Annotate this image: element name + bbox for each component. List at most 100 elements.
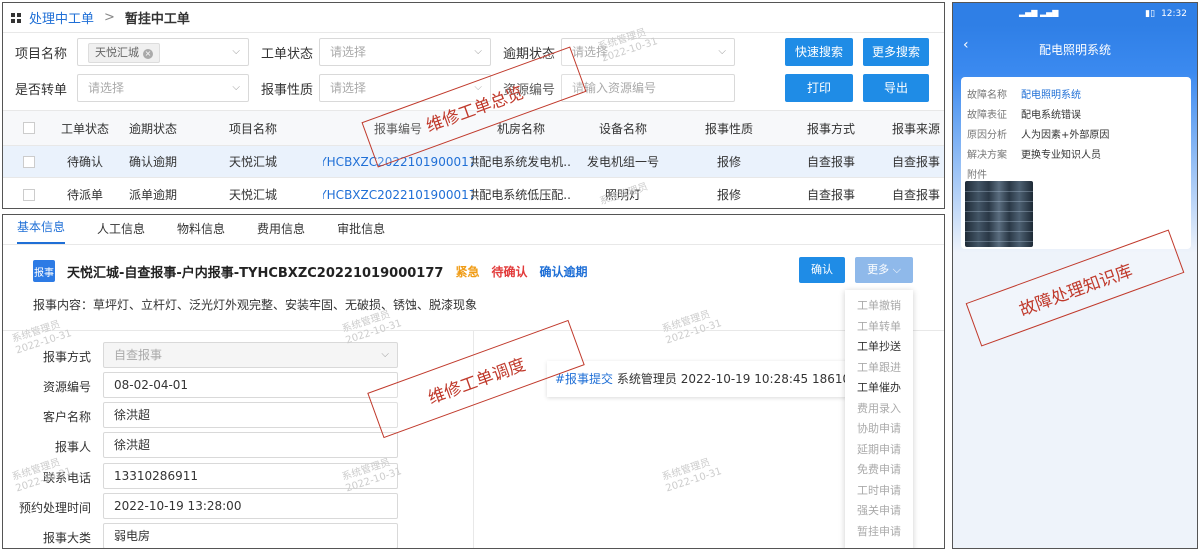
col-header[interactable]: 项目名称 bbox=[193, 111, 313, 145]
detail-key: 原因分析 bbox=[967, 129, 1007, 141]
chevron-down-icon: ⌵ bbox=[232, 82, 240, 93]
detail-row: 解决方案 更换专业知识人员 bbox=[967, 143, 1185, 163]
menu-item-delay[interactable]: 延期申请 bbox=[845, 440, 913, 461]
tab-material-info[interactable]: 物料信息 bbox=[177, 220, 225, 244]
col-header[interactable]: 报事方式 bbox=[781, 111, 881, 145]
project-select[interactable]: 天悦汇城 × ⌵ bbox=[77, 38, 249, 66]
tab-approval-info[interactable]: 审批信息 bbox=[337, 220, 385, 244]
project-label: 项目名称 bbox=[15, 47, 68, 62]
appointment-time-field[interactable]: 2022-10-19 13:28:00 bbox=[103, 493, 398, 519]
table-cell: 报修 bbox=[716, 188, 741, 202]
detail-row: 故障名称 配电照明系统 bbox=[967, 83, 1185, 103]
tab-labor-info[interactable]: 人工信息 bbox=[97, 220, 145, 244]
breadcrumb: 处理中工单 > 暂挂中工单 bbox=[3, 3, 944, 33]
work-order-dispatch-panel: 基本信息 人工信息 物料信息 费用信息 审批信息 报事 天悦汇城-自查报事-户内… bbox=[2, 214, 945, 549]
reporter-field[interactable]: 徐洪超 bbox=[103, 432, 398, 458]
field-label: 报事人 bbox=[54, 440, 91, 454]
quick-search-button[interactable]: 快速搜索 bbox=[785, 38, 853, 66]
detail-row: 故障表征 配电系统错误 bbox=[967, 103, 1185, 123]
more-dropdown-button[interactable]: 更多 ⌵ bbox=[855, 257, 913, 283]
row-checkbox[interactable] bbox=[17, 179, 41, 208]
more-button-label: 更多 bbox=[867, 263, 890, 276]
confirm-button[interactable]: 确认 bbox=[799, 257, 845, 283]
detail-row: 附件 bbox=[967, 163, 1185, 183]
mobile-status-bar: ▂▄▆ ▂▄▆ ▮▯ 12:32 bbox=[953, 3, 1197, 25]
chevron-down-icon: ⌵ bbox=[892, 263, 901, 276]
breadcrumb-parent[interactable]: 处理中工单 bbox=[29, 8, 94, 27]
more-search-button[interactable]: 更多搜索 bbox=[863, 38, 929, 66]
log-tag[interactable]: #报事提交 bbox=[555, 372, 613, 386]
work-order-overview-panel: 处理中工单 > 暂挂中工单 项目名称 天悦汇城 × ⌵ 工单状态 请选择 ⌵ 逾期… bbox=[2, 2, 945, 209]
report-category-field[interactable]: 弱电房 bbox=[103, 523, 398, 548]
attachment-image[interactable] bbox=[965, 181, 1033, 247]
menu-item-free[interactable]: 免费申请 bbox=[845, 460, 913, 481]
export-button[interactable]: 导出 bbox=[863, 74, 929, 102]
menu-item-cost-entry[interactable]: 费用录入 bbox=[845, 399, 913, 420]
col-header[interactable]: 设备名称 bbox=[573, 111, 673, 145]
table-row[interactable]: 待确认 确认逾期 天悦汇城 TYHCBXZC20221019000177 供配电… bbox=[3, 146, 944, 178]
table-cell: 自查报事 bbox=[891, 155, 940, 169]
chevron-down-icon: ⌵ bbox=[232, 46, 240, 57]
transfer-label: 是否转单 bbox=[15, 83, 68, 98]
detail-key: 故障名称 bbox=[967, 89, 1007, 101]
breadcrumb-separator: > bbox=[104, 10, 115, 25]
col-header[interactable]: 报事来源 bbox=[881, 111, 944, 145]
menu-item-transfer[interactable]: 工单转单 bbox=[845, 317, 913, 338]
select-all-checkbox[interactable] bbox=[17, 111, 41, 145]
overdue-badge: 确认逾期 bbox=[539, 264, 588, 279]
row-checkbox[interactable] bbox=[17, 146, 41, 177]
order-title-row: 报事 天悦汇城-自查报事-户内报事-TYHCBXZC20221019000177… bbox=[33, 259, 587, 283]
order-title: 天悦汇城-自查报事-户内报事-TYHCBXZC20221019000177 bbox=[67, 265, 444, 281]
col-header[interactable]: 逾期状态 bbox=[113, 111, 193, 145]
table-cell: 自查报事 bbox=[806, 188, 855, 202]
menu-item-suspend[interactable]: 暂挂申请 bbox=[845, 522, 913, 543]
table-cell: 报修 bbox=[716, 155, 741, 169]
transfer-select[interactable]: 请选择 ⌵ bbox=[77, 74, 249, 102]
menu-item-force-close[interactable]: 强关申请 bbox=[845, 501, 913, 522]
field-label: 报事大类 bbox=[42, 531, 91, 545]
chevron-down-icon: ⌵ bbox=[474, 46, 482, 57]
resource-input[interactable]: 请输入资源编号 bbox=[561, 74, 735, 102]
tag-remove-icon[interactable]: × bbox=[143, 49, 153, 59]
mobile-page-title: 配电照明系统 bbox=[1038, 42, 1111, 57]
grid-menu-icon[interactable] bbox=[11, 12, 21, 23]
project-tag: 天悦汇城 × bbox=[88, 43, 160, 63]
customer-name-field[interactable]: 徐洪超 bbox=[103, 402, 398, 428]
watermark: 系统管理员 2022-10-31 bbox=[661, 307, 724, 348]
detail-key: 故障表征 bbox=[967, 109, 1007, 121]
status-select[interactable]: 请选择 ⌵ bbox=[319, 38, 491, 66]
detail-value: 配电系统错误 bbox=[1021, 109, 1081, 121]
tab-basic-info[interactable]: 基本信息 bbox=[17, 218, 66, 244]
menu-item-cancel[interactable]: 工单撤销 bbox=[845, 296, 913, 317]
nature-placeholder: 请选择 bbox=[330, 81, 367, 95]
log-text: 系统管理员 2022-10-19 10:28:45 18610126 bbox=[616, 372, 847, 386]
table-row[interactable]: 待派单 派单逾期 天悦汇城 TYHCBXZC20221019000176 供配电… bbox=[3, 179, 944, 208]
menu-item-assist[interactable]: 协助申请 bbox=[845, 419, 913, 440]
resource-number-field[interactable]: 08-02-04-01 bbox=[103, 372, 398, 398]
table-cell: 供配电系统低压配... bbox=[471, 188, 571, 202]
field-label: 资源编号 bbox=[42, 380, 91, 394]
menu-item-cc[interactable]: 工单抄送 bbox=[845, 337, 913, 358]
knowledge-base-mobile-panel: ▂▄▆ ▂▄▆ ▮▯ 12:32 ‹ 配电照明系统 故障名称 配电照明系统 故障表… bbox=[952, 2, 1198, 549]
detail-row: 原因分析 人为因素+外部原因 bbox=[967, 123, 1185, 143]
order-number-link[interactable]: TYHCBXZC20221019000176 bbox=[323, 179, 473, 208]
menu-item-urge[interactable]: 工单催办 bbox=[845, 378, 913, 399]
table-cell: 发电机组一号 bbox=[586, 155, 659, 169]
status-badge: 待确认 bbox=[491, 264, 528, 279]
chevron-down-icon: ⌵ bbox=[718, 46, 726, 57]
tab-cost-info[interactable]: 费用信息 bbox=[257, 220, 305, 244]
menu-item-hours[interactable]: 工时申请 bbox=[845, 481, 913, 502]
field-label: 客户名称 bbox=[42, 410, 91, 424]
table-cell: 天悦汇城 bbox=[228, 155, 277, 169]
nature-label: 报事性质 bbox=[261, 83, 314, 98]
col-header[interactable]: 报事性质 bbox=[679, 111, 779, 145]
report-method-select[interactable]: 自查报事 ⌵ bbox=[103, 342, 398, 368]
detail-key: 解决方案 bbox=[967, 149, 1007, 161]
mobile-nav-bar: ‹ 配电照明系统 bbox=[953, 25, 1197, 73]
print-button[interactable]: 打印 bbox=[785, 74, 853, 102]
back-arrow-icon[interactable]: ‹ bbox=[963, 37, 969, 53]
menu-item-follow[interactable]: 工单跟进 bbox=[845, 358, 913, 379]
detail-value: 配电照明系统 bbox=[1021, 89, 1081, 101]
timeline-entry: #报事提交 系统管理员 2022-10-19 10:28:45 18610126 bbox=[547, 361, 847, 397]
table-cell: 派单逾期 bbox=[128, 188, 177, 202]
